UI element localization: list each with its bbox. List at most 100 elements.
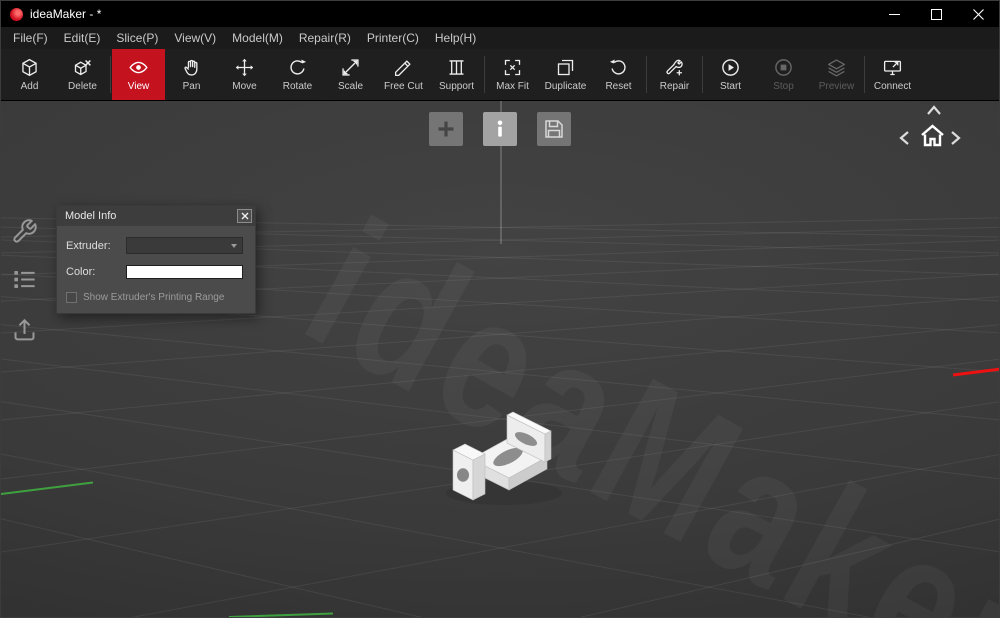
toolbar-rotate-button[interactable]: Rotate bbox=[271, 49, 324, 100]
extruder-label: Extruder: bbox=[66, 239, 111, 252]
upload-icon bbox=[14, 318, 35, 341]
start-play-icon bbox=[720, 57, 741, 78]
toolbar-move-button[interactable]: Move bbox=[218, 49, 271, 100]
toolbar-add-button[interactable]: Add bbox=[3, 49, 56, 100]
toolbar-button-label: Rotate bbox=[282, 81, 313, 92]
round-hole bbox=[457, 468, 469, 482]
export-button[interactable] bbox=[11, 316, 38, 343]
minimize-button[interactable] bbox=[873, 1, 915, 27]
toolbar-separator bbox=[864, 56, 865, 93]
panel-title: Model Info bbox=[65, 210, 117, 222]
maximize-button[interactable] bbox=[915, 1, 957, 27]
panel-close-button[interactable] bbox=[237, 209, 252, 223]
toolbar-separator bbox=[702, 56, 703, 93]
show-range-label: Show Extruder's Printing Range bbox=[83, 292, 225, 303]
toolbar-button-label: Stop bbox=[773, 81, 794, 92]
app-window: ideaMaker - * File(F) Edit(E) Slice(P) View… bbox=[0, 0, 1000, 618]
close-button[interactable] bbox=[957, 1, 999, 27]
wrench-icon bbox=[13, 219, 37, 243]
model-info-button[interactable] bbox=[483, 112, 517, 146]
toolbar-start-button[interactable]: Start bbox=[704, 49, 757, 100]
toolbar-button-label: Start bbox=[719, 81, 742, 92]
chevron-down-icon bbox=[231, 244, 237, 248]
toolbar-scale-button[interactable]: Scale bbox=[324, 49, 377, 100]
toolbar-freecut-button[interactable]: Free Cut bbox=[377, 49, 430, 100]
stop-icon bbox=[773, 57, 794, 78]
y-axis-green-line bbox=[228, 612, 334, 617]
view-right-button[interactable] bbox=[949, 130, 963, 146]
preview-layers-icon bbox=[826, 57, 847, 78]
eye-icon bbox=[128, 57, 149, 78]
viewport: ideaMaker Model Info Extruder: Color: Sh… bbox=[1, 101, 999, 617]
menu-file[interactable]: File(F) bbox=[5, 29, 56, 47]
toolbar-button-label: Add bbox=[20, 81, 39, 92]
rotate-arrow-icon bbox=[287, 57, 308, 78]
info-icon bbox=[497, 120, 503, 137]
toolbar-button-label: View bbox=[127, 81, 150, 92]
home-view-button[interactable] bbox=[920, 124, 945, 147]
toolbar-delete-button[interactable]: Delete bbox=[56, 49, 109, 100]
toolbar-stop-button: Stop bbox=[757, 49, 810, 100]
viewport-quick-toolbar bbox=[429, 112, 571, 146]
floor-watermark: ideaMaker bbox=[277, 180, 999, 617]
save-button[interactable] bbox=[537, 112, 571, 146]
model-list-button[interactable] bbox=[11, 266, 38, 293]
toolbar-pan-button[interactable]: Pan bbox=[165, 49, 218, 100]
duplicate-icon bbox=[555, 57, 576, 78]
toolbar-preview-button: Preview bbox=[810, 49, 863, 100]
toolbar-view-button[interactable]: View bbox=[112, 49, 165, 100]
window-title: ideaMaker - * bbox=[30, 7, 102, 21]
menu-slice[interactable]: Slice(P) bbox=[108, 29, 166, 47]
toolbar-reset-button[interactable]: Reset bbox=[592, 49, 645, 100]
show-range-checkbox[interactable] bbox=[66, 292, 77, 303]
plus-icon bbox=[438, 121, 454, 137]
max-fit-icon bbox=[502, 57, 523, 78]
chevron-left-icon bbox=[899, 131, 909, 145]
app-logo-icon bbox=[10, 7, 23, 21]
menubar: File(F) Edit(E) Slice(P) View(V) Model(M) Rep… bbox=[1, 27, 999, 49]
toolbar-button-label: Pan bbox=[182, 81, 201, 92]
chevron-right-icon bbox=[951, 131, 961, 145]
view-up-button[interactable] bbox=[926, 103, 942, 117]
scale-icon bbox=[340, 57, 361, 78]
toolbar-button-label: Support bbox=[438, 81, 475, 92]
toolbar-support-button[interactable]: Support bbox=[430, 49, 483, 100]
adjust-tool-button[interactable] bbox=[11, 218, 38, 245]
color-label: Color: bbox=[66, 266, 96, 278]
extruder-select[interactable] bbox=[126, 237, 243, 254]
toolbar-button-label: Reset bbox=[605, 81, 632, 92]
menu-edit[interactable]: Edit(E) bbox=[56, 29, 109, 47]
toolbar-separator bbox=[484, 56, 485, 93]
toolbar-button-label: Repair bbox=[659, 81, 690, 92]
repair-wrench-icon bbox=[664, 57, 685, 78]
view-left-button[interactable] bbox=[897, 130, 911, 146]
menu-view[interactable]: View(V) bbox=[166, 29, 224, 47]
toolbar: Add Delete View Pan Move Rotate Scale Free Cut S… bbox=[1, 49, 999, 101]
connect-monitor-icon bbox=[882, 57, 903, 78]
move-arrows-icon bbox=[234, 57, 255, 78]
add-model-button[interactable] bbox=[429, 112, 463, 146]
color-swatch[interactable] bbox=[126, 265, 243, 279]
close-icon bbox=[241, 212, 248, 220]
toolbar-button-label: Move bbox=[232, 81, 257, 92]
toolbar-repair-button[interactable]: Repair bbox=[648, 49, 701, 100]
toolbar-button-label: Duplicate bbox=[544, 81, 587, 92]
toolbar-button-label: Preview bbox=[818, 81, 855, 92]
toolbar-maxfit-button[interactable]: Max Fit bbox=[486, 49, 539, 100]
list-icon bbox=[14, 271, 35, 288]
hand-icon bbox=[181, 57, 202, 78]
menu-model[interactable]: Model(M) bbox=[224, 29, 291, 47]
menu-repair[interactable]: Repair(R) bbox=[291, 29, 359, 47]
minimize-icon bbox=[888, 13, 900, 15]
toolbar-button-label: Delete bbox=[68, 81, 97, 92]
menu-printer[interactable]: Printer(C) bbox=[359, 29, 427, 47]
panel-header[interactable]: Model Info bbox=[57, 206, 255, 226]
toolbar-duplicate-button[interactable]: Duplicate bbox=[539, 49, 592, 100]
menu-help[interactable]: Help(H) bbox=[427, 29, 484, 47]
toolbar-button-label: Max Fit bbox=[496, 81, 529, 92]
delete-cube-icon bbox=[72, 57, 93, 78]
y-axis-green-line bbox=[1, 481, 94, 495]
toolbar-button-label: Scale bbox=[337, 81, 363, 92]
viewport-canvas[interactable]: ideaMaker bbox=[1, 101, 999, 617]
toolbar-connect-button[interactable]: Connect bbox=[866, 49, 919, 100]
